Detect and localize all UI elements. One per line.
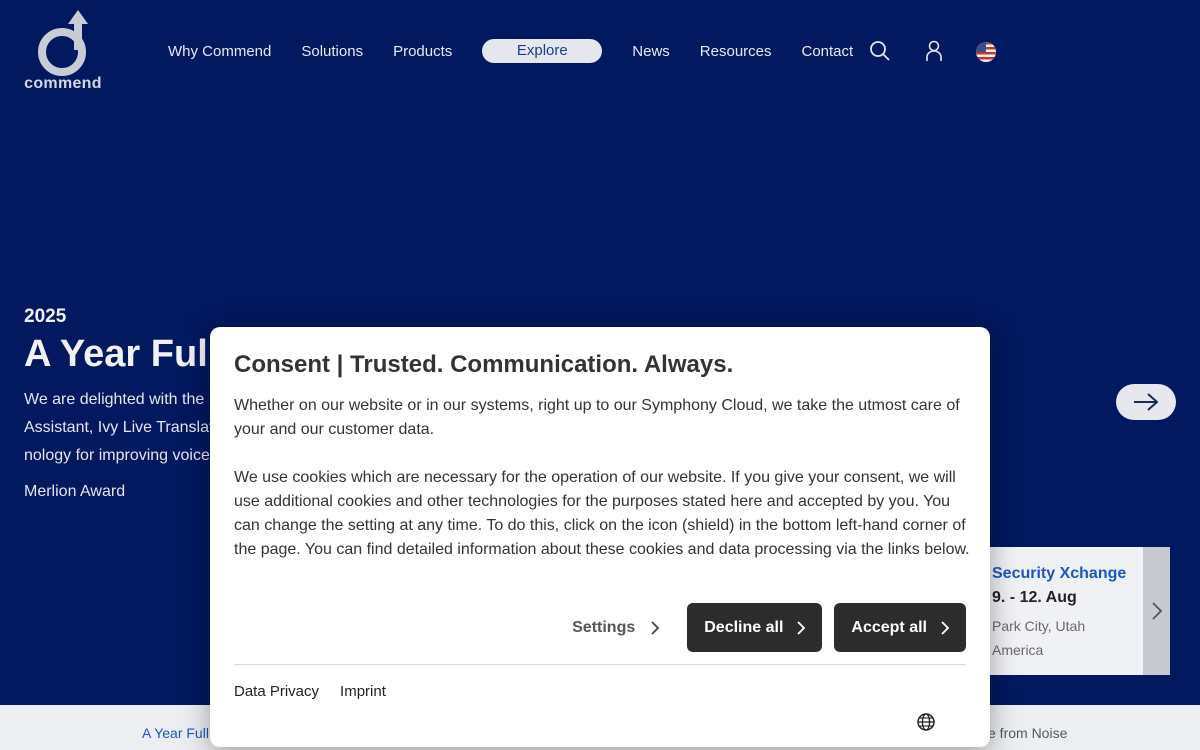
event-card[interactable]: Security Xchange 9. - 12. Aug Park City,…	[983, 547, 1143, 675]
consent-title: Consent | Trusted. Communication. Always…	[234, 351, 734, 378]
hero-year: 2025	[24, 306, 67, 327]
event-title[interactable]: Security Xchange	[992, 565, 1126, 583]
logo-text: commend	[24, 75, 102, 92]
hero-title: A Year Full	[24, 333, 219, 375]
us-flag-icon[interactable]	[976, 42, 996, 67]
decline-label: Decline all	[704, 618, 784, 636]
data-privacy-link[interactable]: Data Privacy	[234, 683, 319, 700]
consent-body: Whether on our website or in our systems…	[234, 394, 970, 562]
chevron-right-icon	[651, 620, 660, 635]
chevron-right-icon	[797, 620, 806, 635]
user-icon[interactable]	[924, 40, 944, 67]
event-date: 9. - 12. Aug	[992, 589, 1077, 606]
slide-tab-active[interactable]: A Year Full	[142, 725, 209, 741]
accept-label: Accept all	[851, 618, 927, 636]
nav-explore-button[interactable]: Explore	[482, 39, 603, 63]
accept-all-button[interactable]: Accept all	[834, 603, 966, 652]
consent-dialog: Consent | Trusted. Communication. Always…	[210, 327, 990, 747]
decline-all-button[interactable]: Decline all	[687, 603, 823, 652]
logo-mark-icon	[38, 10, 88, 76]
nav-contact[interactable]: Contact	[802, 43, 854, 60]
settings-label: Settings	[572, 618, 636, 636]
next-slide-button[interactable]	[1116, 384, 1176, 420]
event-place: Park City, Utah America	[992, 618, 1086, 658]
hero-text-line: nology for improving voice	[24, 447, 210, 464]
search-icon[interactable]	[869, 40, 891, 67]
slide-tab[interactable]: e from Noise	[988, 725, 1067, 741]
chevron-right-icon	[941, 620, 949, 635]
consent-divider	[234, 664, 966, 665]
consent-links: Data Privacy Imprint	[234, 683, 407, 700]
consent-paragraph: Whether on our website or in our systems…	[234, 397, 960, 438]
nav-products[interactable]: Products	[393, 43, 452, 60]
chevron-right-icon	[1151, 602, 1162, 620]
commend-logo[interactable]: commend	[22, 10, 104, 94]
consent-paragraph: We use cookies which are necessary for t…	[234, 469, 970, 558]
nav-news[interactable]: News	[632, 43, 670, 60]
main-nav: Why Commend Solutions Products Explore N…	[168, 38, 883, 64]
nav-solutions[interactable]: Solutions	[301, 43, 363, 60]
arrow-right-icon	[1134, 393, 1159, 411]
event-next-button[interactable]	[1143, 547, 1170, 675]
nav-resources[interactable]: Resources	[700, 43, 772, 60]
consent-actions: Settings Decline all Accept all	[570, 603, 966, 652]
settings-button[interactable]: Settings	[570, 603, 661, 652]
hero-text-line: Assistant, Ivy Live Translat	[24, 419, 214, 436]
nav-why-commend[interactable]: Why Commend	[168, 43, 271, 60]
hero-award: Merlion Award	[24, 483, 126, 500]
hero-text-line: We are delighted with the	[24, 391, 205, 408]
imprint-link[interactable]: Imprint	[340, 683, 386, 700]
globe-icon[interactable]	[916, 712, 936, 732]
